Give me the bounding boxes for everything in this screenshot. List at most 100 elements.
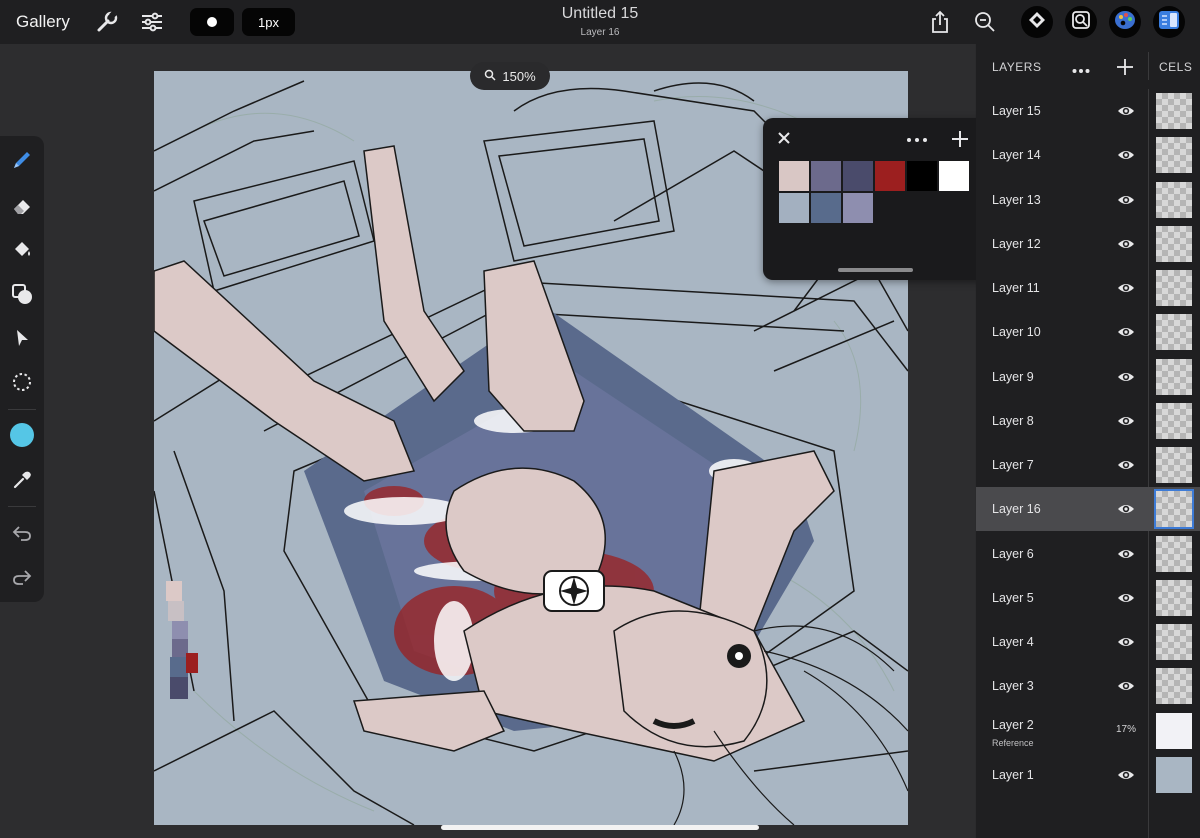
visibility-eye-icon[interactable] (1117, 678, 1135, 694)
layer-thumbnail[interactable] (1156, 314, 1192, 351)
layer-thumbnail[interactable] (1156, 93, 1192, 129)
visibility-eye-icon[interactable] (1117, 634, 1135, 650)
visibility-eye-icon[interactable] (1117, 324, 1135, 340)
shapes-icon[interactable] (10, 282, 34, 306)
layer-name: Layer 16 (992, 502, 1041, 517)
layer-row[interactable]: Layer 7 (976, 443, 1200, 487)
cels-tab[interactable]: CELS (1159, 60, 1192, 74)
layer-thumbnail[interactable] (1156, 181, 1192, 218)
wrench-icon[interactable] (95, 10, 119, 34)
visibility-eye-icon[interactable] (1117, 192, 1135, 208)
layer-name: Layer 1 (992, 767, 1034, 782)
visibility-eye-icon[interactable] (1117, 457, 1135, 473)
layer-thumbnail[interactable] (1156, 579, 1192, 616)
lasso-select-icon[interactable] (10, 370, 34, 394)
eyedropper-icon[interactable] (10, 468, 34, 492)
color-swatch[interactable] (939, 161, 969, 191)
home-indicator[interactable] (441, 825, 759, 830)
current-color-icon[interactable] (10, 423, 34, 447)
layer-name: Layer 8 (992, 413, 1034, 428)
layer-row[interactable]: Layer 5 (976, 576, 1200, 620)
layer-row[interactable]: Layer 1 (976, 753, 1200, 797)
zoom-out-icon[interactable] (973, 10, 997, 34)
diamond-button[interactable] (1021, 6, 1053, 38)
layer-row[interactable]: Layer 14 (976, 133, 1200, 177)
color-swatch[interactable] (843, 193, 873, 223)
layer-thumbnail[interactable] (1156, 402, 1192, 439)
color-swatch[interactable] (843, 161, 873, 191)
document-title[interactable]: Untitled 15 (500, 5, 700, 23)
add-layer-icon[interactable] (1116, 58, 1134, 81)
layer-row[interactable]: Layer 2 Reference 17% (976, 709, 1200, 753)
layer-row[interactable]: Layer 4 (976, 620, 1200, 664)
layer-thumbnail[interactable] (1156, 712, 1192, 749)
layer-name: Layer 14 (992, 148, 1041, 163)
close-icon[interactable] (777, 131, 791, 150)
layer-row[interactable]: Layer 3 (976, 664, 1200, 708)
eraser-icon[interactable] (10, 194, 34, 218)
layers-panel: LAYERS CELS Layer 15 Layer 14 Layer 13 Laye… (976, 44, 1200, 838)
layer-name: Layer 12 (992, 236, 1041, 251)
layer-thumbnail[interactable] (1156, 137, 1192, 174)
layer-row[interactable]: Layer 8 (976, 399, 1200, 443)
color-swatch[interactable] (811, 193, 841, 223)
redo-icon[interactable] (10, 565, 34, 589)
color-swatch[interactable] (907, 161, 937, 191)
pencil-icon[interactable] (10, 148, 34, 172)
layer-thumbnail[interactable] (1154, 489, 1194, 530)
layer-thumbnail[interactable] (1156, 668, 1192, 705)
visibility-eye-icon[interactable] (1117, 369, 1135, 385)
layer-thumbnail[interactable] (1156, 447, 1192, 483)
visibility-eye-icon[interactable] (1117, 546, 1135, 562)
layer-thumbnail[interactable] (1156, 358, 1192, 395)
layer-name: Layer 10 (992, 325, 1041, 340)
gallery-button[interactable]: Gallery (16, 12, 70, 32)
undo-icon[interactable] (10, 521, 34, 545)
layer-row[interactable]: Layer 16 (976, 487, 1200, 532)
panel-toggle-button[interactable] (1153, 6, 1185, 38)
color-swatch[interactable] (779, 161, 809, 191)
zoom-indicator[interactable]: 150% (470, 62, 550, 90)
layer-row[interactable]: Layer 12 (976, 222, 1200, 266)
color-swatch[interactable] (875, 161, 905, 191)
layer-opacity[interactable]: 17% (1116, 724, 1136, 735)
layer-row[interactable]: Layer 10 (976, 310, 1200, 354)
visibility-eye-icon[interactable] (1117, 103, 1135, 119)
color-swatch[interactable] (811, 161, 841, 191)
layer-thumbnail[interactable] (1156, 270, 1192, 306)
visibility-eye-icon[interactable] (1117, 236, 1135, 252)
diamond-icon (1027, 10, 1047, 35)
layer-row[interactable]: Layer 9 (976, 355, 1200, 399)
layer-row[interactable]: Layer 6 (976, 532, 1200, 576)
brush-size-button[interactable]: 1px (242, 8, 295, 36)
layer-thumbnail[interactable] (1156, 535, 1192, 572)
brush-shape-button[interactable] (190, 8, 234, 36)
visibility-eye-icon[interactable] (1117, 767, 1135, 783)
layer-row[interactable]: Layer 15 (976, 89, 1200, 133)
select-arrow-icon[interactable] (10, 326, 34, 350)
layer-thumbnail[interactable] (1156, 225, 1192, 262)
visibility-eye-icon[interactable] (1117, 413, 1135, 429)
reference-button[interactable] (1065, 6, 1097, 38)
share-icon[interactable] (928, 10, 952, 34)
color-palette-button[interactable] (1109, 6, 1141, 38)
layer-subtitle: Reference (992, 737, 1034, 748)
zoom-level: 150% (502, 68, 536, 84)
add-swatch-icon[interactable] (951, 130, 969, 153)
layer-row[interactable]: Layer 13 (976, 178, 1200, 222)
layer-thumbnail[interactable] (1156, 756, 1192, 793)
more-options-icon[interactable] (906, 132, 928, 150)
layers-more-icon[interactable] (1072, 62, 1090, 80)
visibility-eye-icon[interactable] (1117, 147, 1135, 163)
layer-thumbnail[interactable] (1156, 624, 1192, 660)
visibility-eye-icon[interactable] (1117, 590, 1135, 606)
visibility-eye-icon[interactable] (1117, 280, 1135, 296)
fill-bucket-icon[interactable] (10, 238, 34, 262)
layer-row[interactable]: Layer 11 (976, 266, 1200, 310)
sliders-icon[interactable] (140, 10, 164, 34)
popup-grab-handle[interactable] (838, 268, 913, 272)
header-divider (1148, 52, 1149, 80)
color-swatch[interactable] (779, 193, 809, 223)
visibility-eye-icon[interactable] (1117, 501, 1135, 517)
current-layer-label: Layer 16 (580, 27, 620, 38)
